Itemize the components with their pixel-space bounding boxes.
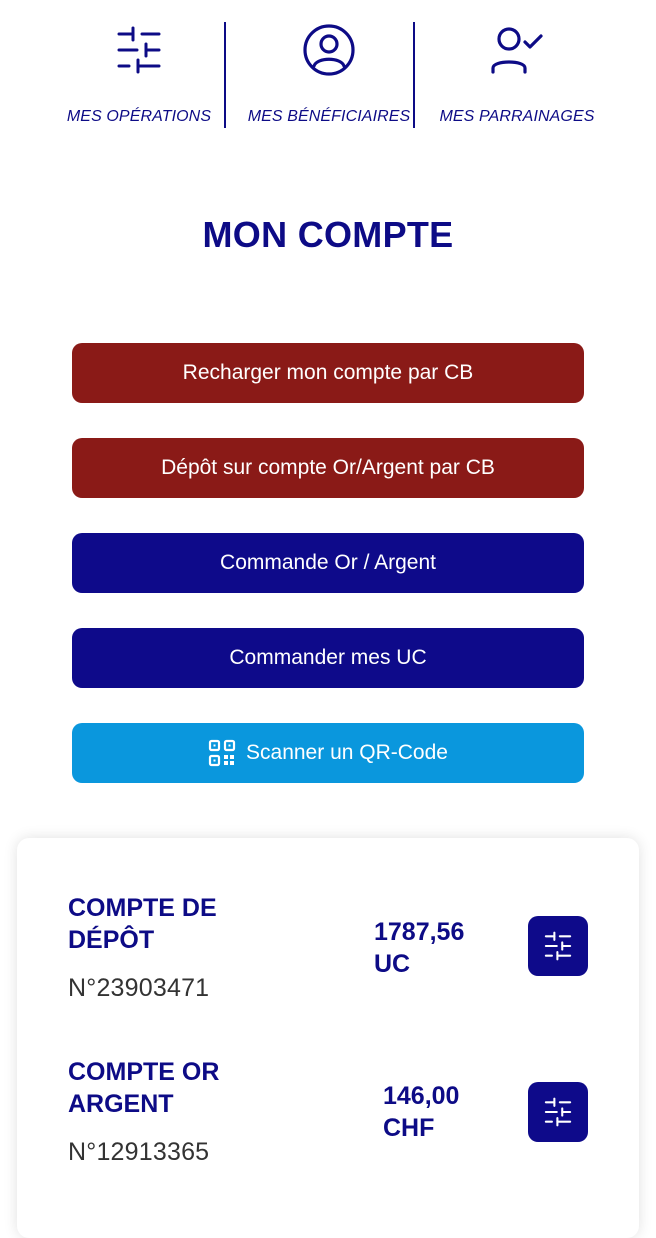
account-balance: 1787,56 UC — [374, 916, 464, 980]
account-balance: 146,00 CHF — [383, 1080, 459, 1144]
recharge-card-button-label: Recharger mon compte par CB — [182, 361, 474, 384]
account-balance-currency: CHF — [383, 1114, 435, 1142]
account-number: N°23903471 — [68, 974, 210, 1002]
user-circle-icon — [303, 24, 355, 76]
top-nav: MES OPÉRATIONS MES BÉNÉFICIAIRES MES PAR… — [0, 0, 656, 140]
order-uc-button-label: Commander mes UC — [229, 646, 427, 669]
deposit-gold-silver-button-label: Dépôt sur compte Or/Argent par CB — [161, 456, 495, 479]
account-settings-button[interactable] — [528, 1082, 588, 1142]
nav-label-operations: MES OPÉRATIONS — [66, 108, 212, 125]
account-name: COMPTE DE DÉPÔT — [68, 894, 217, 954]
order-gold-silver-button[interactable]: Commande Or / Argent — [72, 533, 584, 593]
order-uc-button[interactable]: Commander mes UC — [72, 628, 584, 688]
recharge-card-button[interactable]: Recharger mon compte par CB — [72, 343, 584, 403]
sliders-icon — [544, 931, 572, 961]
nav-item-operations[interactable]: MES OPÉRATIONS — [44, 0, 234, 140]
account-settings-button[interactable] — [528, 916, 588, 976]
account-balance-amount: 1787,56 — [374, 918, 465, 946]
sliders-icon — [117, 26, 161, 74]
nav-divider — [413, 22, 415, 128]
sliders-icon — [544, 1097, 572, 1127]
nav-divider — [224, 22, 226, 128]
nav-item-beneficiaries[interactable]: MES BÉNÉFICIAIRES — [234, 0, 424, 140]
user-check-icon — [491, 27, 543, 74]
qr-code-icon — [208, 739, 236, 767]
account-balance-currency: UC — [374, 950, 411, 978]
scan-qr-button[interactable]: Scanner un QR-Code — [72, 723, 584, 783]
accounts-card: COMPTE DE DÉPÔT N°23903471 1787,56 UC CO… — [17, 838, 639, 1238]
nav-label-referrals: MES PARRAINAGES — [439, 108, 595, 125]
account-number: N°12913365 — [68, 1138, 210, 1166]
nav-item-referrals[interactable]: MES PARRAINAGES — [423, 0, 611, 140]
scan-qr-button-label: Scanner un QR-Code — [246, 741, 448, 764]
deposit-gold-silver-button[interactable]: Dépôt sur compte Or/Argent par CB — [72, 438, 584, 498]
nav-label-beneficiaries: MES BÉNÉFICIAIRES — [247, 108, 411, 125]
page-title: MON COMPTE — [202, 214, 454, 255]
order-gold-silver-button-label: Commande Or / Argent — [220, 551, 436, 574]
account-row-gold-silver[interactable]: COMPTE OR ARGENT N°12913365 146,00 CHF — [17, 1056, 639, 1186]
account-balance-amount: 146,00 — [383, 1082, 460, 1110]
account-name: COMPTE OR ARGENT — [68, 1058, 220, 1118]
account-row-deposit[interactable]: COMPTE DE DÉPÔT N°23903471 1787,56 UC — [17, 892, 639, 1022]
